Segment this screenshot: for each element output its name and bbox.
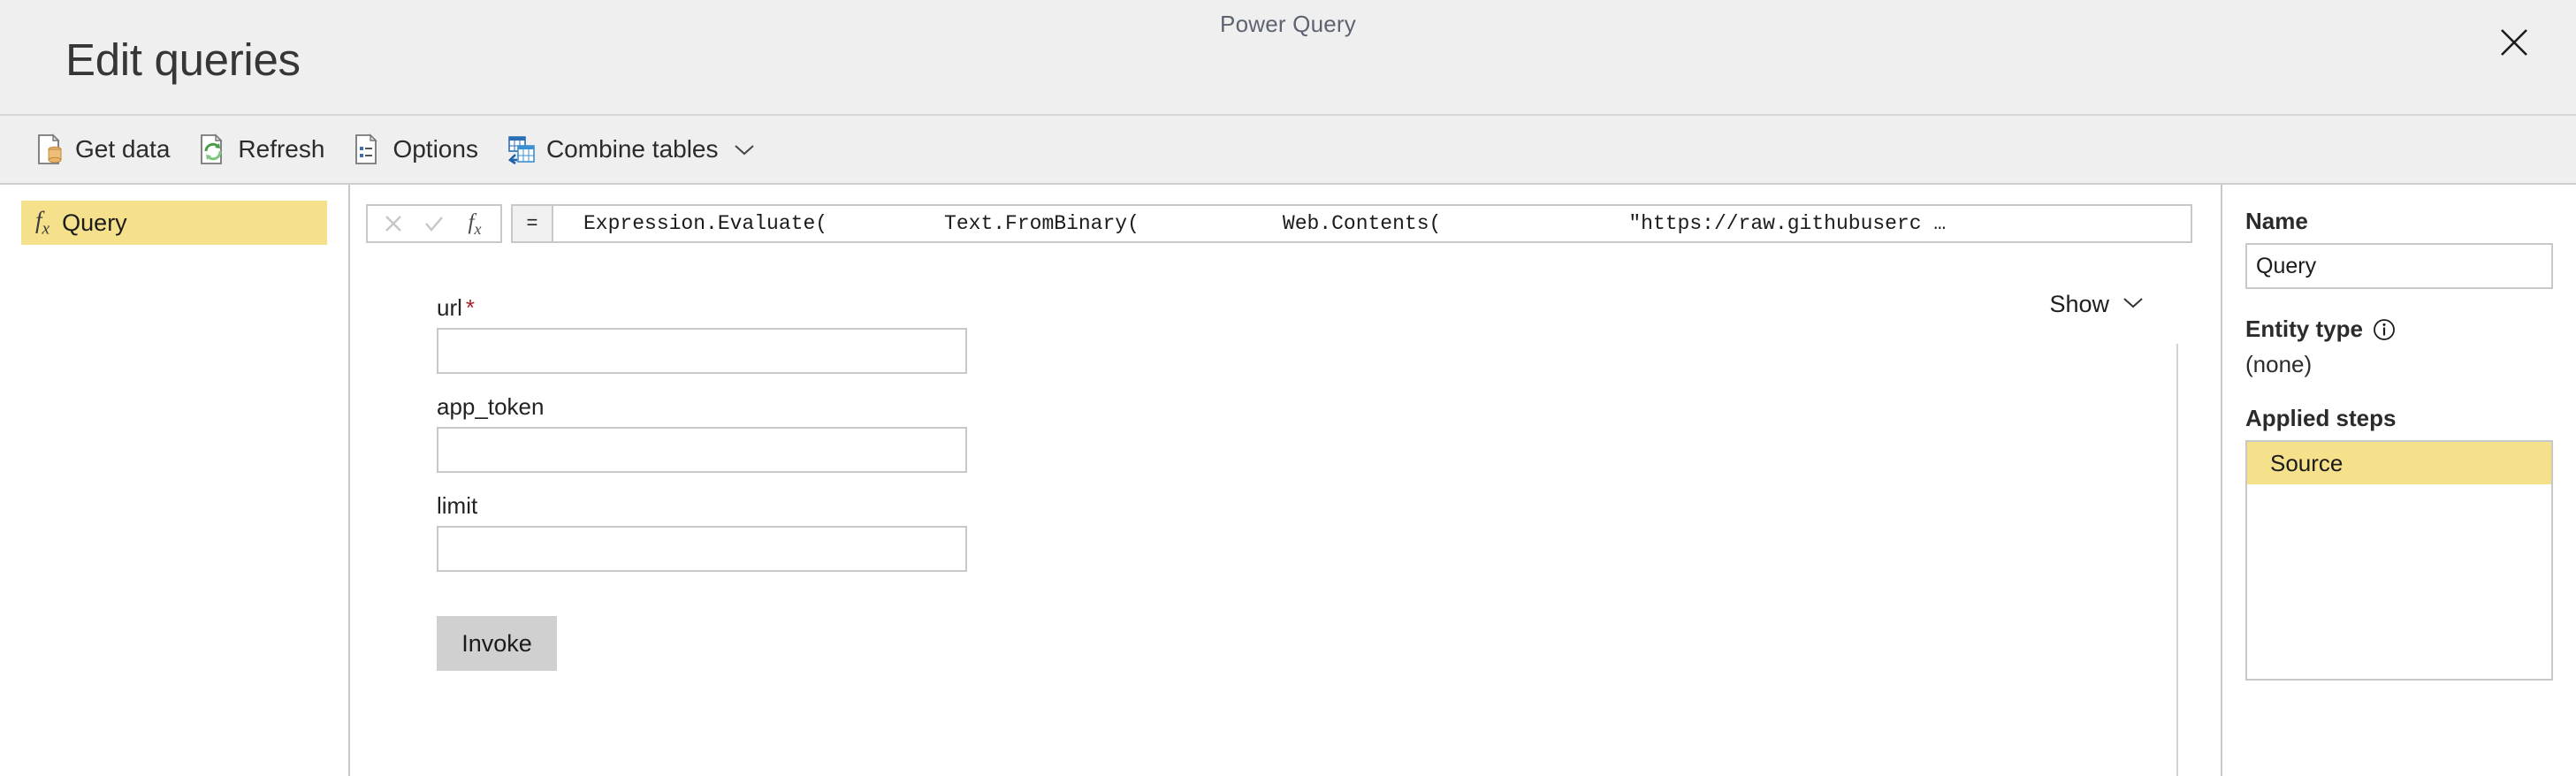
combine-tables-icon [507,133,537,165]
main-body: fx Query fx = Expression.Evaluate(Text.… [0,185,2576,776]
info-icon[interactable] [2373,318,2396,341]
sidebar-item-query[interactable]: fx Query [21,201,327,245]
applied-steps-heading: Applied steps [2245,405,2553,432]
cancel-icon[interactable] [373,206,414,241]
applied-steps-heading-text: Applied steps [2245,405,2397,431]
required-asterisk: * [465,294,476,321]
field-app-token: app_token [437,393,967,473]
toolbar-label-get-data: Get data [75,135,171,163]
field-label-app-token: app_token [437,393,545,420]
refresh-icon [198,133,228,165]
field-label-url: url * [437,294,967,322]
field-label-limit: limit [437,492,478,519]
toolbar-button-refresh[interactable]: Refresh [189,125,333,174]
formula-token-1: Expression.Evaluate( [583,212,828,235]
query-name-input[interactable] [2245,243,2553,289]
name-heading-text: Name [2245,208,2308,234]
fx-icon[interactable]: fx [454,206,495,241]
app-token-input[interactable] [437,427,967,473]
entity-type-value: (none) [2245,351,2313,377]
toolbar-button-get-data[interactable]: Get data [27,125,179,174]
accept-icon[interactable] [414,206,454,241]
field-label-url-text: url [437,294,462,321]
name-heading: Name [2245,208,2553,235]
limit-input[interactable] [437,526,967,572]
sidebar-item-label: Query [62,209,127,236]
options-icon [353,133,383,165]
formula-bar: fx = Expression.Evaluate( Text.FromBinar… [350,185,2221,247]
formula-token-3: Web.Contents( [1282,212,1442,235]
toolbar-label-refresh: Refresh [238,135,325,163]
parameter-form: url * app_token limit Invoke [437,294,967,671]
toolbar-label-combine-tables: Combine tables [545,135,719,163]
entity-type-heading: Entity type [2245,316,2553,343]
applied-step-source[interactable]: Source [2247,442,2551,484]
formula-bar-buttons: fx [366,204,502,243]
field-limit: limit [437,492,967,572]
app-title: Power Query [1220,11,1356,37]
applied-steps-list: Source [2245,440,2553,681]
formula-input[interactable]: Expression.Evaluate( Text.FromBinary( We… [552,204,2192,243]
formula-equals-sign: = [511,204,552,243]
chevron-down-icon[interactable] [733,142,756,156]
close-button[interactable] [2491,19,2537,65]
field-url: url * [437,294,967,374]
page-title: Edit queries [65,34,301,85]
panel-divider [2176,344,2178,776]
formula-token-2: Text.FromBinary( [944,212,1139,235]
show-toggle-label: Show [2049,291,2109,317]
url-input[interactable] [437,328,967,374]
toolbar: Get data Refresh Options Combine tables [0,116,2576,185]
invoke-button[interactable]: Invoke [437,616,557,671]
title-bar: Power Query Edit queries [0,0,2576,116]
center-pane: fx = Expression.Evaluate( Text.FromBinar… [350,185,2221,776]
formula-token-4: "https://raw.githubuserc … [1628,212,1947,235]
queries-sidebar: fx Query [0,185,350,776]
entity-type-heading-text: Entity type [2245,316,2363,342]
toolbar-button-options[interactable]: Options [344,125,487,174]
toolbar-button-combine-tables[interactable]: Combine tables [498,125,765,174]
chevron-down-icon [2122,295,2145,314]
query-settings-panel: Name Entity type (none) Applied steps So… [2221,185,2576,776]
get-data-icon [35,133,65,165]
toolbar-label-options: Options [392,135,478,163]
show-toggle-button[interactable]: Show [2049,291,2145,318]
invoke-function-panel: Show url * app_token limit Invoke [366,264,2199,776]
fx-icon: fx [35,206,50,238]
close-icon [2496,25,2532,60]
